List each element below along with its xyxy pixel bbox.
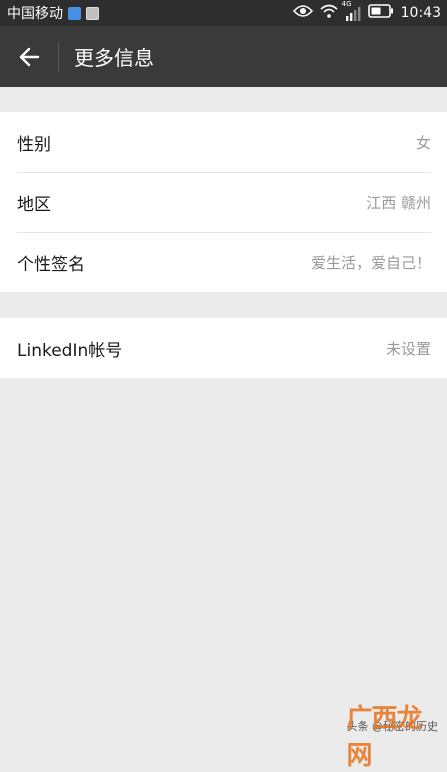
row-value: 女 <box>415 133 431 152</box>
watermark: 头条 @秘密的历史 广西龙网 <box>347 704 439 771</box>
page-title: 更多信息 <box>74 46 154 70</box>
status-bar: 中国移动 4G 10:43 <box>0 0 447 26</box>
row-gender[interactable]: 性别 女 <box>0 112 447 172</box>
app-notification-icon <box>68 6 81 20</box>
profile-info-group: 性别 女 地区 江西 赣州 个性签名 爱生活，爱自己！ <box>0 112 447 292</box>
row-linkedin[interactable]: LinkedIn帐号 未设置 <box>0 318 447 378</box>
row-label: 个性签名 <box>17 254 85 275</box>
row-value: 江西 赣州 <box>366 193 431 212</box>
linkedin-group: LinkedIn帐号 未设置 <box>0 318 447 378</box>
carrier-name: 中国移动 <box>7 6 63 22</box>
wifi-icon <box>320 4 338 22</box>
network-type: 4G <box>341 0 352 8</box>
nav-bar: 更多信息 <box>0 26 447 87</box>
nav-divider <box>58 41 59 72</box>
row-signature[interactable]: 个性签名 爱生活，爱自己！ <box>0 232 447 292</box>
row-label: LinkedIn帐号 <box>17 340 123 361</box>
status-bar-left: 中国移动 <box>7 3 99 23</box>
eye-icon <box>292 4 313 22</box>
row-label: 性别 <box>17 134 51 155</box>
signal-icon: 4G <box>342 0 361 21</box>
row-label: 地区 <box>17 194 51 215</box>
back-button[interactable] <box>0 26 58 87</box>
watermark-logo: 广西龙网 <box>346 704 423 771</box>
row-value: 爱生活，爱自己！ <box>310 253 431 272</box>
back-arrow-icon <box>19 47 40 66</box>
row-region[interactable]: 地区 江西 赣州 <box>0 172 447 232</box>
battery-icon <box>367 4 394 22</box>
clock: 10:43 <box>400 5 441 21</box>
gallery-notification-icon <box>86 6 99 20</box>
row-value: 未设置 <box>385 339 431 358</box>
status-bar-right: 4G 10:43 <box>292 0 441 22</box>
